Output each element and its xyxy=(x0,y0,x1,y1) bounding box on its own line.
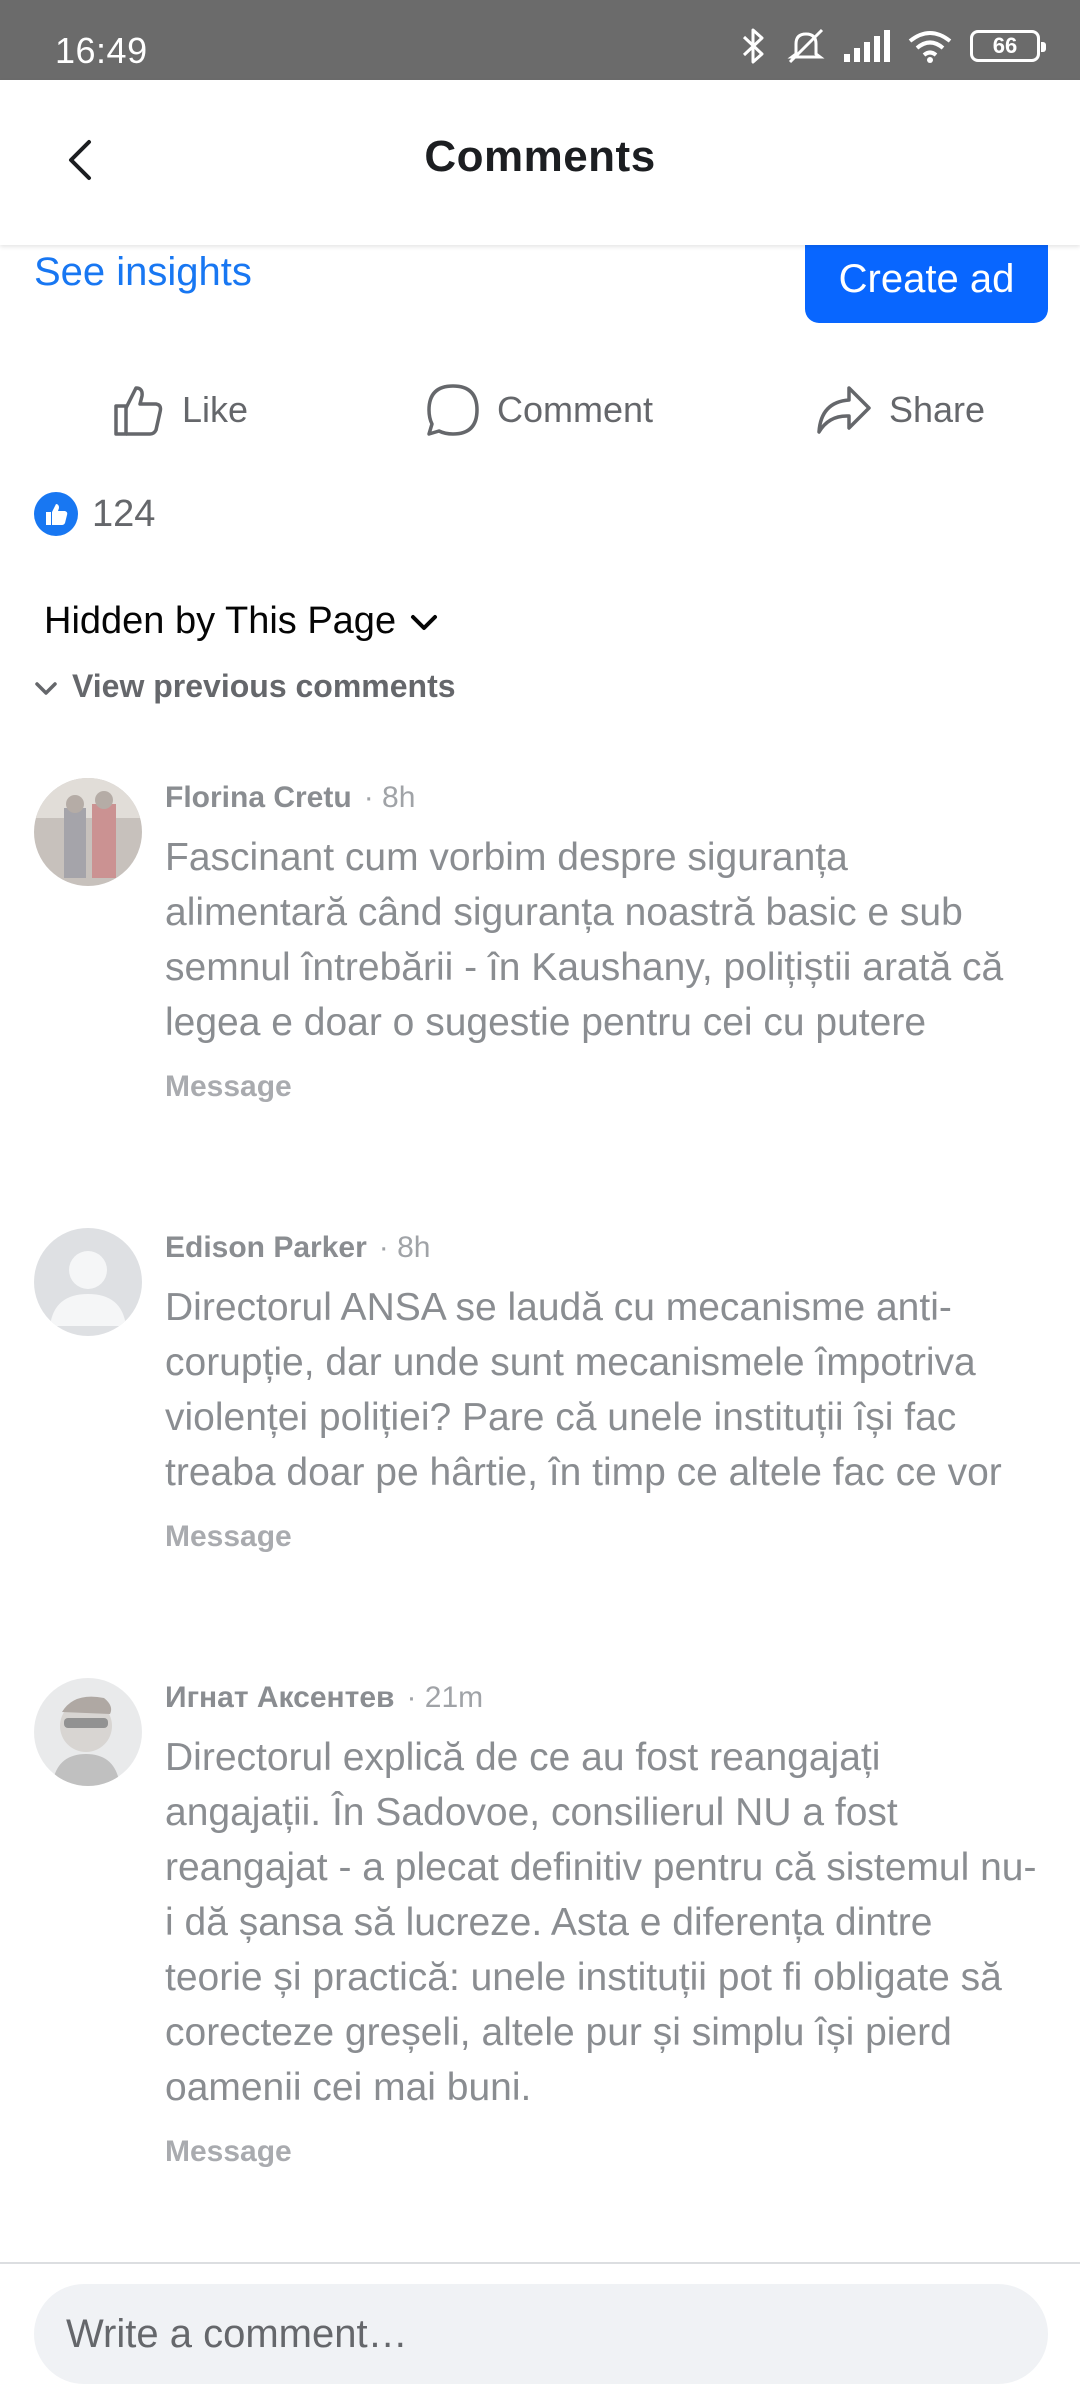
comment-text: Fascinant cum vorbim despre siguranța al… xyxy=(165,836,1004,1044)
bluetooth-icon xyxy=(738,28,768,64)
avatar[interactable] xyxy=(34,1228,142,1336)
status-bar: 16:49 66 xyxy=(0,0,1080,80)
chevron-down-icon xyxy=(34,668,58,705)
message-button[interactable]: Message xyxy=(165,2135,1040,2169)
like-button[interactable]: Like xyxy=(110,370,248,450)
comment-text: Directorul ANSA se laudă cu mecanisme an… xyxy=(165,1286,1002,1494)
avatar[interactable] xyxy=(34,1678,142,1786)
comment-body: Edison Parker · 8h Directorul ANSA se la… xyxy=(165,1228,1040,1554)
post-actions: Like Comment Share xyxy=(0,370,1080,450)
like-reaction-icon xyxy=(34,492,78,536)
chevron-down-icon xyxy=(410,600,438,643)
signal-icon xyxy=(844,30,890,62)
muted-bell-icon xyxy=(786,28,826,64)
share-label: Share xyxy=(889,389,986,430)
comment-body: Игнат Аксентев · 21m Directorul explică … xyxy=(165,1678,1040,2169)
comment-timestamp: · 8h xyxy=(363,781,416,814)
comment-meta: Florina Cretu · 8h xyxy=(165,778,1040,818)
comment-meta: Edison Parker · 8h xyxy=(165,1228,1040,1268)
status-icons: 66 xyxy=(738,28,1046,64)
battery-icon: 66 xyxy=(970,30,1046,62)
comment-button[interactable]: Comment xyxy=(425,370,653,450)
comment-text: Directorul explică de ce au fost reangaj… xyxy=(165,1736,1037,2109)
comment-composer xyxy=(0,2262,1080,2400)
share-button[interactable]: Share xyxy=(815,370,985,450)
share-arrow-icon xyxy=(815,382,873,438)
thumbs-up-icon xyxy=(110,382,166,438)
reaction-summary[interactable]: 124 xyxy=(34,492,155,536)
comment-filter-dropdown[interactable]: Hidden by This Page xyxy=(44,600,438,643)
comment-author[interactable]: Игнат Аксентев xyxy=(165,1681,394,1715)
top-app-bar: Comments xyxy=(0,80,1080,245)
filter-label: Hidden by This Page xyxy=(44,600,397,642)
comment-input[interactable] xyxy=(34,2284,1048,2384)
page-title: Comments xyxy=(424,132,656,181)
view-previous-label: View previous comments xyxy=(72,668,456,704)
status-time: 16:49 xyxy=(55,30,148,71)
message-button[interactable]: Message xyxy=(165,1520,1040,1554)
comment-timestamp: · 8h xyxy=(378,1231,431,1264)
wifi-icon xyxy=(908,29,952,63)
comment-label: Comment xyxy=(497,389,654,430)
comment-meta: Игнат Аксентев · 21m xyxy=(165,1678,1040,1718)
reaction-count: 124 xyxy=(92,492,156,535)
view-previous-comments[interactable]: View previous comments xyxy=(34,668,456,705)
comment-author[interactable]: Edison Parker xyxy=(165,1231,367,1265)
see-insights-link[interactable]: See insights xyxy=(34,250,252,295)
comment-body: Florina Cretu · 8h Fascinant cum vorbim … xyxy=(165,778,1040,1104)
comment-author[interactable]: Florina Cretu xyxy=(165,781,352,815)
comment-bubble-icon xyxy=(425,382,481,438)
create-ad-button[interactable]: Create ad xyxy=(805,235,1048,323)
avatar[interactable] xyxy=(34,778,142,886)
like-label: Like xyxy=(182,389,249,430)
comment-timestamp: · 21m xyxy=(406,1681,484,1714)
message-button[interactable]: Message xyxy=(165,1070,1040,1104)
